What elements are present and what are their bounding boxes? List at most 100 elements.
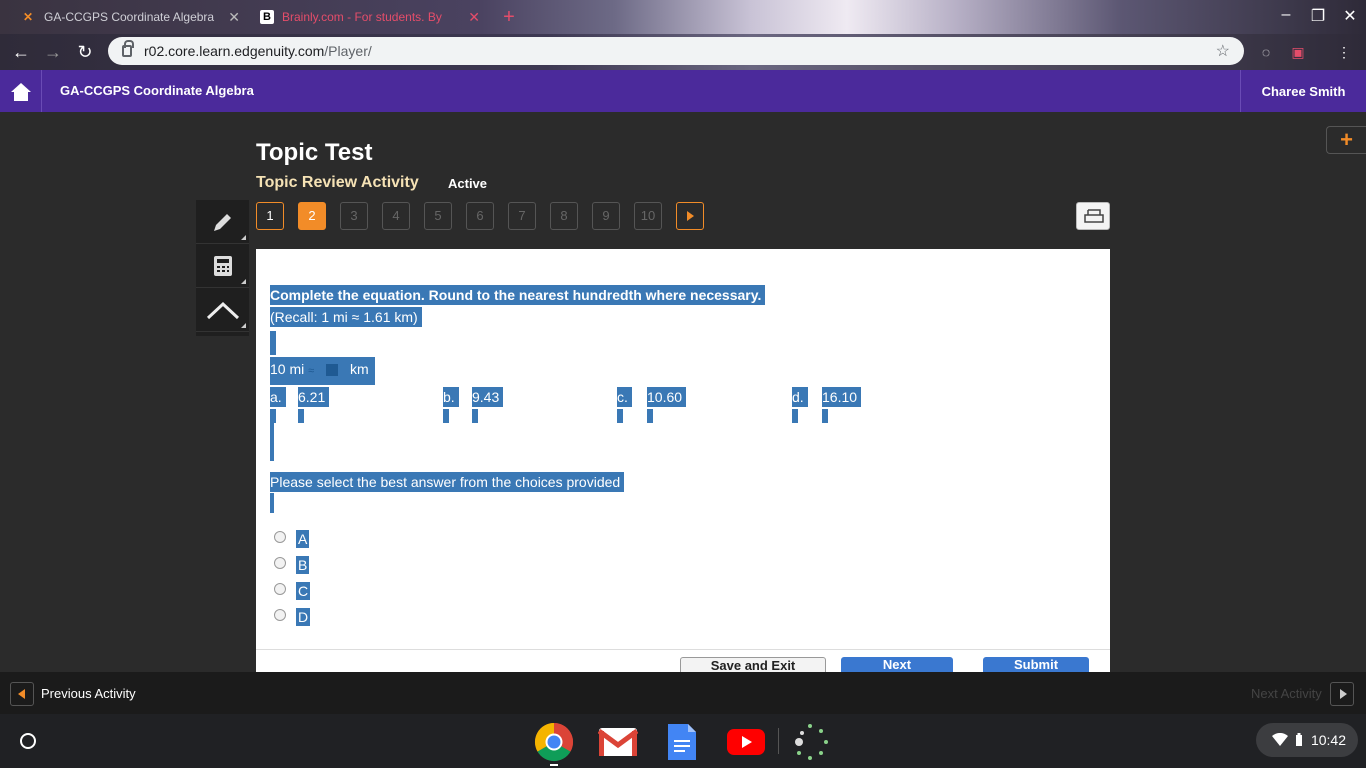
question-nav-9[interactable]: 9 (592, 202, 620, 230)
print-button[interactable] (1076, 202, 1110, 230)
youtube-icon[interactable] (726, 722, 766, 762)
lock-icon (122, 40, 134, 57)
close-window-icon[interactable]: ✕ (1340, 6, 1360, 26)
activity-footer: Previous Activity Next Activity (0, 672, 1366, 714)
selection-stub (647, 409, 653, 423)
question-nav-3[interactable]: 3 (340, 202, 368, 230)
option-label[interactable]: D (296, 608, 311, 626)
extension-loading-icon[interactable]: ◌ (1258, 44, 1274, 60)
reload-icon[interactable]: ↻ (74, 41, 96, 63)
selection-stub (270, 409, 276, 423)
system-tray[interactable]: 10:42 (1256, 723, 1358, 757)
youtube-logo (727, 729, 765, 755)
previous-activity-arrow-icon[interactable] (10, 682, 34, 706)
browser-tab-strip: ✕ GA-CCGPS Coordinate Algebra ✕ B Brainl… (0, 0, 1366, 34)
tab-edgenuity[interactable]: ✕ GA-CCGPS Coordinate Algebra ✕ (10, 4, 250, 30)
back-icon[interactable]: ← (10, 41, 32, 63)
choice-b-value: 9.43 (472, 387, 504, 407)
minimize-icon[interactable]: – (1276, 6, 1296, 24)
next-activity-arrow-icon[interactable] (1330, 682, 1354, 706)
question-panel: Complete the equation. Round to the near… (256, 249, 1110, 672)
tab-brainly[interactable]: B Brainly.com - For students. By ✕ (250, 4, 490, 30)
question-nav-6[interactable]: 6 (466, 202, 494, 230)
bookmark-star-icon[interactable]: ☆ (1216, 41, 1230, 61)
choice-c: c. (617, 387, 632, 407)
equation: 10 mi ≈ km (270, 357, 375, 385)
extension-icon[interactable]: ▣ (1290, 44, 1306, 60)
choice-a: a. (270, 387, 286, 407)
choice-c-value: 10.60 (647, 387, 687, 407)
question-nav-7[interactable]: 7 (508, 202, 536, 230)
question-nav-2[interactable]: 2 (298, 202, 326, 230)
equation-left: 10 mi (270, 361, 305, 377)
approx-symbol: ≈ (308, 365, 315, 377)
option-label[interactable]: C (296, 582, 311, 600)
forward-icon[interactable]: → (42, 41, 64, 63)
edgenuity-icon: ✕ (22, 10, 34, 24)
choice-value: 6.21 (298, 387, 330, 407)
question-nav-10[interactable]: 10 (634, 202, 662, 230)
browser-toolbar: ← → ↻ r02.core.learn.edgenuity.com/Playe… (0, 34, 1366, 70)
docs-logo (668, 724, 696, 760)
close-tab-icon[interactable]: ✕ (228, 9, 240, 26)
selection-stub (298, 409, 304, 423)
choice-letter: d. (792, 387, 808, 407)
url-path: /Player/ (324, 43, 372, 59)
previous-activity-link[interactable]: Previous Activity (41, 686, 136, 701)
caret-up-icon (206, 301, 239, 319)
address-bar[interactable]: r02.core.learn.edgenuity.com/Player/ ☆ (108, 37, 1244, 65)
radio-option-c[interactable] (274, 583, 286, 595)
tab-title: Brainly.com - For students. By (282, 10, 442, 24)
answer-box (326, 364, 339, 377)
radio-option-a[interactable] (274, 531, 286, 543)
question-nav-1[interactable]: 1 (256, 202, 284, 230)
gmail-logo (598, 728, 638, 756)
collapse-tool-button[interactable] (196, 288, 249, 332)
url-host: r02.core.learn.edgenuity.com (144, 43, 325, 59)
choice-a-value: 6.21 (298, 387, 330, 407)
home-button[interactable] (0, 70, 42, 112)
radio-option-b[interactable] (274, 557, 286, 569)
option-label[interactable]: B (296, 556, 310, 574)
choice-letter: a. (270, 387, 286, 407)
choice-letter: b. (443, 387, 459, 407)
close-tab-icon[interactable]: ✕ (468, 9, 480, 26)
os-shelf: 10:42 (0, 714, 1366, 768)
instruction-text: Please select the best answer from the c… (270, 472, 625, 492)
next-activity-link[interactable]: Next Activity (1251, 686, 1322, 701)
option-label[interactable]: A (296, 530, 310, 548)
question-nav-5[interactable]: 5 (424, 202, 452, 230)
choice-d: d. (792, 387, 808, 407)
browser-menu-icon[interactable]: ⋮ (1336, 44, 1352, 60)
loading-app-icon[interactable] (790, 722, 830, 762)
question-nav-8[interactable]: 8 (550, 202, 578, 230)
chrome-icon[interactable] (534, 722, 574, 762)
brainly-icon: B (260, 10, 274, 24)
home-icon (10, 82, 31, 101)
launcher-icon[interactable] (14, 727, 42, 755)
question-prompt-line: Complete the equation. Round to the near… (270, 285, 766, 305)
plus-button[interactable]: + (1326, 126, 1366, 154)
tab-title: GA-CCGPS Coordinate Algebra (44, 10, 215, 24)
selection-stub (792, 409, 798, 423)
new-tab-button[interactable]: + (498, 6, 520, 28)
next-question-button[interactable] (676, 202, 704, 230)
calculator-icon (213, 255, 232, 276)
calculator-tool-button[interactable] (196, 244, 249, 288)
wifi-icon (1271, 733, 1288, 746)
activity-subtitle: Topic Review Activity (256, 174, 419, 191)
selection-stub (270, 423, 274, 461)
gmail-icon[interactable] (598, 722, 638, 762)
choice-b: b. (443, 387, 459, 407)
question-prompt: Complete the equation. Round to the near… (270, 285, 766, 305)
shelf-divider (778, 728, 779, 754)
question-nav-4[interactable]: 4 (382, 202, 410, 230)
page-title: Topic Test (256, 139, 373, 166)
selection-stub (270, 331, 276, 355)
google-docs-icon[interactable] (662, 722, 702, 762)
pencil-tool-button[interactable] (196, 200, 249, 244)
active-app-indicator (550, 764, 558, 766)
maximize-icon[interactable]: ❐ (1308, 6, 1328, 26)
radio-option-d[interactable] (274, 609, 286, 621)
user-name[interactable]: Charee Smith (1240, 70, 1366, 112)
